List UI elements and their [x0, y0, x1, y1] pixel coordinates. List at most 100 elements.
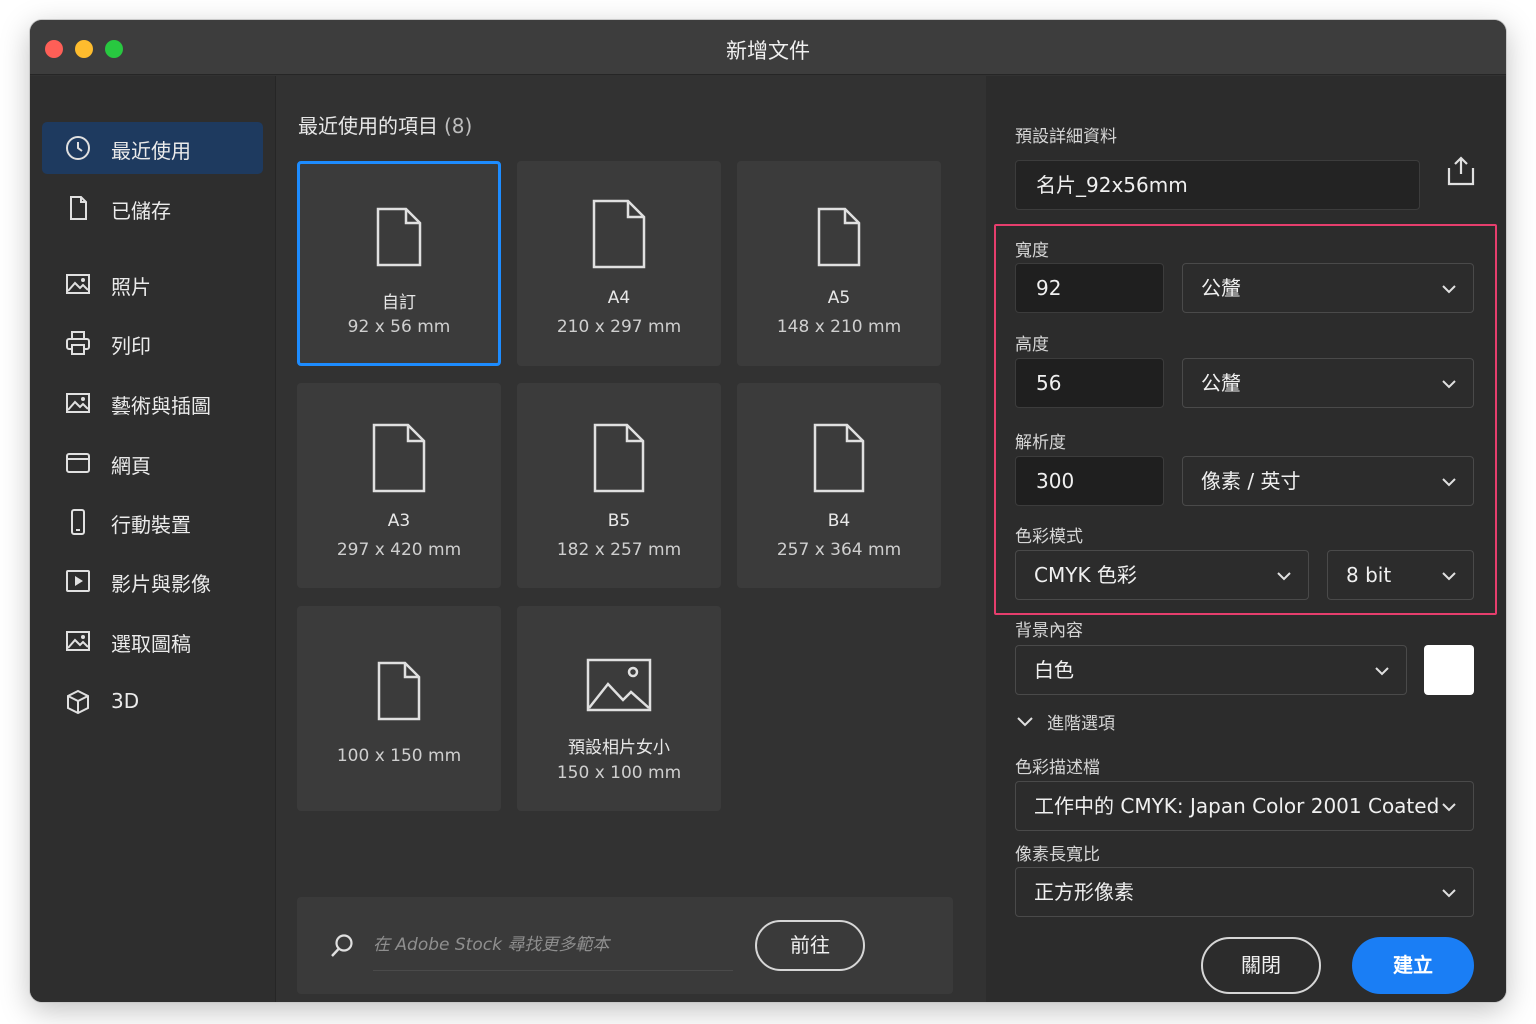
sidebar-item-label: 3D: [111, 689, 140, 713]
recent-items-title: 最近使用的項目 (8): [298, 110, 472, 139]
height-unit-value: 公釐: [1201, 371, 1241, 395]
sidebar-item-label: 已儲存: [111, 199, 171, 223]
create-button[interactable]: 建立: [1352, 937, 1474, 994]
preset-details-panel: 預設詳細資料 名片_92x56mm 寬度 92 公釐 高度 56 公釐 解析度 …: [986, 76, 1506, 1002]
preset-size: 210 x 297 mm: [556, 317, 682, 337]
document-icon: [592, 199, 646, 269]
background-select[interactable]: 白色: [1015, 645, 1407, 695]
phone-icon: [71, 509, 85, 535]
color-profile-value: 工作中的 CMYK: Japan Color 2001 Coated: [1034, 794, 1440, 818]
pixel-aspect-label: 像素長寬比: [1015, 845, 1100, 865]
sidebar-item-label: 影片與影像: [111, 572, 211, 596]
background-value: 白色: [1034, 658, 1074, 682]
close-button[interactable]: 關閉: [1201, 937, 1321, 994]
item-count: (8): [444, 114, 473, 138]
sidebar-item-web[interactable]: 網頁: [42, 437, 263, 489]
resolution-input[interactable]: 300: [1015, 456, 1164, 506]
chevron-down-icon: [1017, 716, 1033, 726]
sidebar-item-select-artwork[interactable]: 選取圖稿: [42, 615, 263, 667]
document-icon: [376, 207, 422, 267]
save-preset-icon[interactable]: [1444, 154, 1478, 188]
sidebar-item-3d[interactable]: 3D: [42, 676, 263, 728]
sidebar-item-art[interactable]: 藝術與插圖: [42, 377, 263, 429]
preset-size: 150 x 100 mm: [556, 763, 682, 783]
preset-tile[interactable]: 預設相片女小 150 x 100 mm: [517, 606, 721, 811]
preset-area: 最近使用的項目 (8) 自訂 92 x 56 mm A4 210 x 297 mm…: [277, 76, 985, 1002]
bit-depth-value: 8 bit: [1346, 563, 1392, 587]
preset-tile[interactable]: B4 257 x 364 mm: [737, 383, 941, 588]
preset-size: 257 x 364 mm: [776, 540, 902, 560]
preset-tile[interactable]: 自訂 92 x 56 mm: [297, 161, 501, 366]
preset-name: A3: [387, 511, 411, 531]
title-bar: 新增文件: [30, 20, 1506, 75]
color-mode-select[interactable]: CMYK 色彩: [1015, 550, 1309, 600]
height-input[interactable]: 56: [1015, 358, 1164, 408]
chevron-down-icon: [1442, 572, 1456, 581]
width-input[interactable]: 92: [1015, 263, 1164, 313]
color-profile-select[interactable]: 工作中的 CMYK: Japan Color 2001 Coated: [1015, 781, 1474, 831]
preset-tile[interactable]: B5 182 x 257 mm: [517, 383, 721, 588]
sidebar-item-mobile[interactable]: 行動裝置: [42, 496, 263, 548]
preset-tile[interactable]: A4 210 x 297 mm: [517, 161, 721, 366]
cube-icon: [67, 689, 89, 715]
printer-icon: [66, 331, 90, 355]
image-icon: [66, 631, 90, 651]
sidebar-item-photo[interactable]: 照片: [42, 258, 263, 310]
sidebar-item-label: 網頁: [111, 454, 151, 478]
color-mode-value: CMYK 色彩: [1034, 563, 1137, 587]
sidebar-item-label: 選取圖稿: [111, 632, 191, 656]
preset-name: B4: [827, 511, 851, 531]
background-label: 背景內容: [1015, 621, 1083, 641]
advanced-options-label: 進階選項: [1047, 714, 1115, 734]
advanced-options-toggle[interactable]: 進階選項: [1015, 709, 1115, 734]
background-color-swatch[interactable]: [1424, 645, 1474, 695]
bit-depth-select[interactable]: 8 bit: [1327, 550, 1474, 600]
preset-size: 182 x 257 mm: [556, 540, 682, 560]
adobe-stock-search-bar: 在 Adobe Stock 尋找更多範本 前往: [297, 897, 953, 994]
preset-name: A4: [607, 288, 631, 308]
pixel-aspect-value: 正方形像素: [1034, 880, 1134, 904]
sidebar-item-label: 列印: [111, 334, 151, 358]
preset-tile[interactable]: A5 148 x 210 mm: [737, 161, 941, 366]
preset-size: 100 x 150 mm: [336, 746, 462, 766]
new-document-dialog: 新增文件 最近使用 已儲存 照片 列印 藝術與插圖 網頁 行動裝置 影片與影像 …: [30, 20, 1506, 1002]
sidebar-item-print[interactable]: 列印: [42, 317, 263, 369]
preset-tile[interactable]: A3 297 x 420 mm: [297, 383, 501, 588]
color-profile-label: 色彩描述檔: [1015, 758, 1100, 778]
sidebar-item-film-video[interactable]: 影片與影像: [42, 555, 263, 607]
resolution-unit-value: 像素 / 英寸: [1201, 469, 1301, 493]
preset-name: 自訂: [382, 293, 416, 313]
preset-size: 148 x 210 mm: [776, 317, 902, 337]
preset-tile[interactable]: 100 x 150 mm: [297, 606, 501, 811]
video-icon: [66, 570, 90, 592]
resolution-unit-select[interactable]: 像素 / 英寸: [1182, 456, 1474, 506]
sidebar-item-label: 最近使用: [111, 139, 191, 163]
chevron-down-icon: [1442, 478, 1456, 487]
sidebar-item-recent[interactable]: 最近使用: [42, 122, 263, 174]
sidebar-item-label: 藝術與插圖: [111, 394, 211, 418]
clock-icon: [66, 136, 90, 160]
window-title: 新增文件: [726, 39, 810, 63]
chevron-down-icon: [1442, 285, 1456, 294]
document-icon: [813, 423, 865, 493]
preset-name-field[interactable]: 名片_92x56mm: [1015, 160, 1420, 210]
pixel-aspect-select[interactable]: 正方形像素: [1015, 867, 1474, 917]
height-unit-select[interactable]: 公釐: [1182, 358, 1474, 408]
document-icon: [70, 196, 87, 220]
stock-search-input[interactable]: 在 Adobe Stock 尋找更多範本: [373, 931, 733, 971]
preset-size: 92 x 56 mm: [347, 317, 451, 337]
image-icon: [586, 658, 652, 712]
chevron-down-icon: [1442, 803, 1456, 812]
preset-size: 297 x 420 mm: [336, 540, 462, 560]
go-button[interactable]: 前往: [755, 920, 865, 971]
chevron-down-icon: [1375, 667, 1389, 676]
sidebar-item-label: 行動裝置: [111, 513, 191, 537]
color-mode-label: 色彩模式: [1015, 527, 1083, 547]
chevron-down-icon: [1442, 889, 1456, 898]
height-label: 高度: [1015, 335, 1049, 355]
sidebar-item-saved[interactable]: 已儲存: [42, 182, 263, 234]
preset-name: 預設相片女小: [568, 738, 670, 758]
width-unit-select[interactable]: 公釐: [1182, 263, 1474, 313]
browser-icon: [66, 453, 90, 473]
document-icon: [593, 423, 645, 493]
